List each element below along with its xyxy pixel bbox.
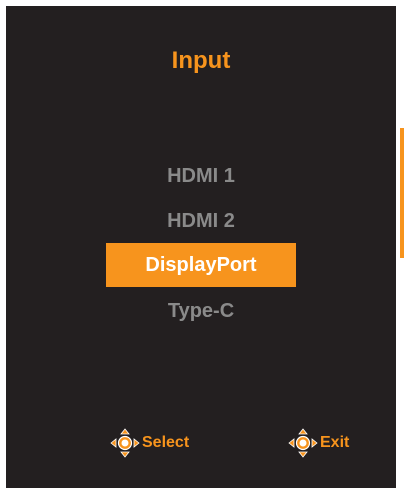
osd-panel: Input HDMI 1 HDMI 2 DisplayPort Type-C S…: [6, 6, 404, 488]
select-hint-label: Select: [142, 434, 190, 451]
menu-item-hdmi-2[interactable]: HDMI 2: [167, 208, 235, 234]
scroll-indicator: [400, 128, 404, 258]
menu-item-displayport[interactable]: DisplayPort: [106, 243, 296, 287]
exit-hint: Exit: [288, 428, 349, 458]
select-hint: Select: [110, 428, 189, 458]
menu-item-hdmi-1[interactable]: HDMI 1: [167, 163, 235, 189]
menu-item-type-c[interactable]: Type-C: [168, 298, 234, 324]
joystick-icon: [288, 428, 318, 458]
exit-hint-label: Exit: [320, 434, 350, 451]
menu-title: Input: [171, 47, 231, 74]
joystick-icon: [110, 428, 140, 458]
